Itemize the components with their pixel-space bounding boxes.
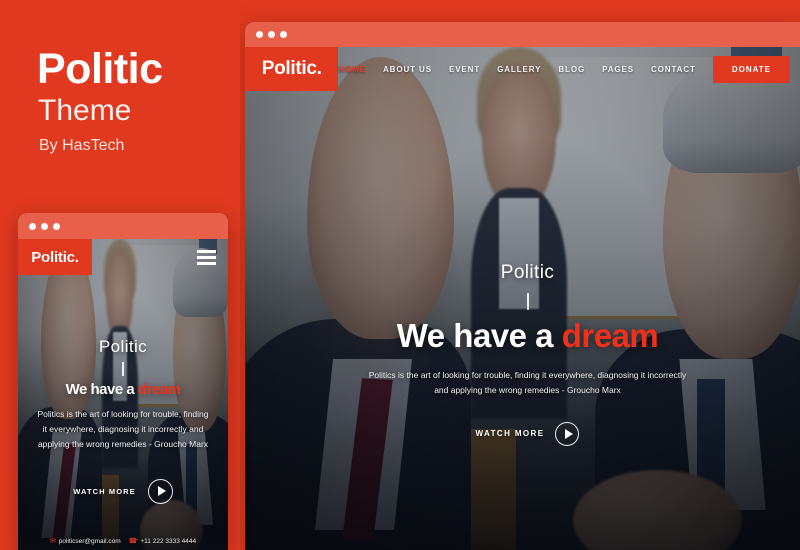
hero-title-accent: dream xyxy=(561,317,659,354)
mobile-hero-eyebrow: Politic xyxy=(98,337,148,356)
mobile-play-icon[interactable] xyxy=(147,478,173,504)
mobile-hero-title: We have a dream xyxy=(30,381,216,398)
hero-quote: Politics is the art of looking for troub… xyxy=(368,370,687,395)
hero-divider xyxy=(526,293,529,310)
mobile-window-dot-minimize-icon[interactable] xyxy=(41,222,48,230)
envelope-icon: ✉ xyxy=(49,538,56,545)
donate-button[interactable]: DONATE xyxy=(712,55,790,83)
contact-phone-text: +11 222 3333 4444 xyxy=(140,538,197,545)
mobile-hero-quote: Politics is the art of looking for troub… xyxy=(37,409,209,449)
nav-item-contact[interactable]: CONTACT xyxy=(651,65,696,74)
desktop-viewport: Politic. HOME ABOUT US EVENT GALLERY BLO… xyxy=(245,47,800,550)
window-control-dots[interactable] xyxy=(245,31,287,38)
mobile-hero-content: Politic We have a dream Politics is the … xyxy=(18,337,228,504)
mobile-logo-text: Politic. xyxy=(31,248,79,266)
mobile-contact-bar: ✉ politicser@gmail.com ☎ +11 222 3333 44… xyxy=(18,533,228,550)
desktop-hero-content: Politic We have a dream Politics is the … xyxy=(245,262,800,446)
window-dot-minimize-icon[interactable] xyxy=(268,31,275,38)
promo-title: Politic xyxy=(37,45,163,93)
mobile-watch-more-label: WATCH MORE xyxy=(73,486,136,496)
window-dot-maximize-icon[interactable] xyxy=(280,31,287,38)
window-dot-close-icon[interactable] xyxy=(256,31,263,38)
desktop-logo[interactable]: Politic. xyxy=(245,47,339,91)
nav-item-about-us[interactable]: ABOUT US xyxy=(383,65,432,74)
mobile-logo[interactable]: Politic. xyxy=(18,239,92,275)
contact-email-text: politicser@gmail.com xyxy=(58,538,121,545)
hero-title-lead: We have a xyxy=(396,317,562,354)
desktop-logo-text: Politic. xyxy=(261,58,322,79)
promo-byline: By HasTech xyxy=(39,137,125,154)
nav-item-blog[interactable]: BLOG xyxy=(558,65,585,74)
phone-icon: ☎ xyxy=(128,538,138,545)
mobile-hero-divider xyxy=(122,362,124,376)
mobile-browser-chrome xyxy=(18,213,228,239)
desktop-site-header: Politic. HOME ABOUT US EVENT GALLERY BLO… xyxy=(245,47,800,91)
watch-more-button[interactable]: WATCH MORE xyxy=(245,421,800,446)
nav-item-event[interactable]: EVENT xyxy=(449,65,480,74)
mobile-viewport: Politic. Politic We have a dream Politic… xyxy=(18,239,228,550)
mobile-window-dot-close-icon[interactable] xyxy=(29,222,36,230)
mobile-watch-more-button[interactable]: WATCH MORE xyxy=(30,478,216,504)
watch-more-label: WATCH MORE xyxy=(475,429,545,439)
hero-eyebrow: Politic xyxy=(500,262,555,283)
mobile-window-control-dots[interactable] xyxy=(18,222,60,230)
mobile-window-dot-maximize-icon[interactable] xyxy=(53,222,60,230)
desktop-browser-chrome xyxy=(245,22,800,47)
nav-item-gallery[interactable]: GALLERY xyxy=(497,65,541,74)
hero-title: We have a dream xyxy=(245,317,800,355)
mobile-browser-mockup: Politic. Politic We have a dream Politic… xyxy=(18,213,228,550)
nav-item-home[interactable]: HOME xyxy=(338,65,366,74)
nav-item-pages[interactable]: PAGES xyxy=(602,65,634,74)
mobile-hero-title-accent: dream xyxy=(137,381,181,398)
mobile-menu-area xyxy=(92,239,228,275)
hamburger-menu-icon[interactable] xyxy=(197,249,216,265)
contact-email[interactable]: ✉ politicser@gmail.com xyxy=(50,538,121,545)
mobile-hero-title-lead: We have a xyxy=(65,381,138,398)
contact-phone[interactable]: ☎ +11 222 3333 4444 xyxy=(129,538,196,545)
desktop-browser-mockup: Politic. HOME ABOUT US EVENT GALLERY BLO… xyxy=(245,22,800,550)
desktop-main-nav: HOME ABOUT US EVENT GALLERY BLOG PAGES C… xyxy=(338,47,800,91)
promo-subtitle: Theme xyxy=(38,94,132,127)
play-icon[interactable] xyxy=(555,421,580,446)
mobile-site-header: Politic. xyxy=(18,239,228,275)
